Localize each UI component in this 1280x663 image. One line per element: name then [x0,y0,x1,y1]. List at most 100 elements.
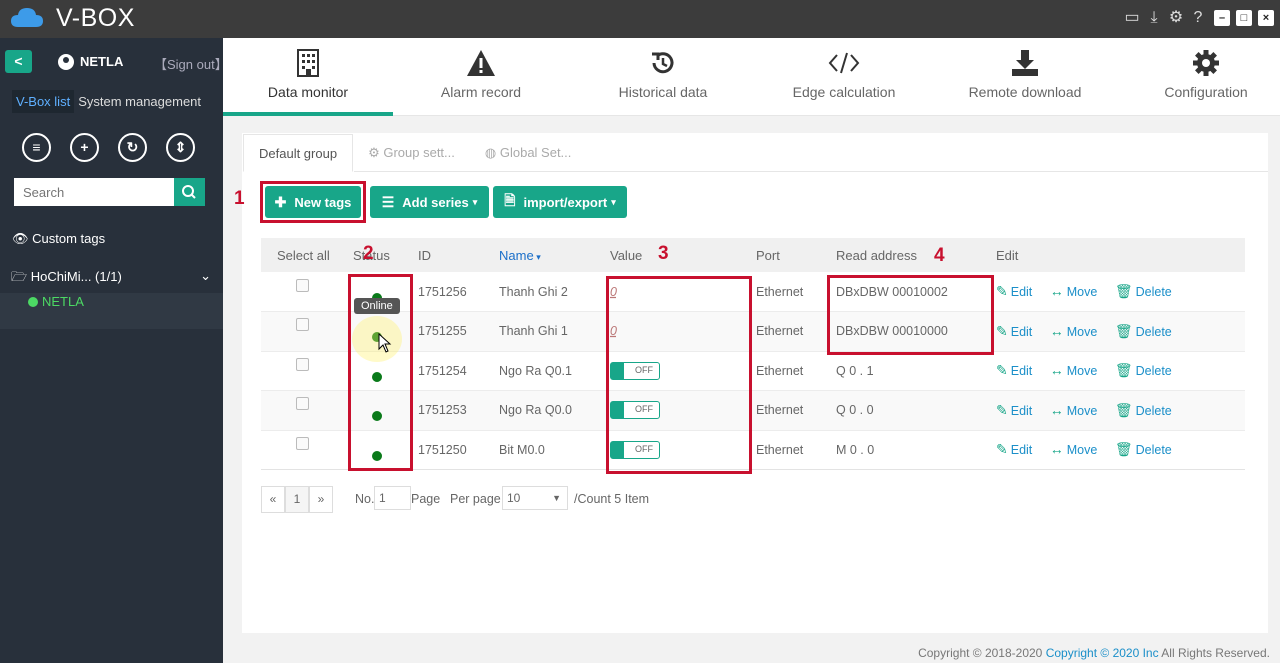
tab-label: Global Set... [499,145,572,160]
help-icon[interactable]: ? [1188,8,1208,28]
id-cell: 1751254 [418,351,499,391]
edit-link[interactable]: ✎ Edit [996,401,1032,418]
monitor-icon[interactable]: ▭ [1122,8,1142,28]
move-link[interactable]: ↔ Move [1049,401,1098,418]
sign-out-link[interactable]: 【Sign out】 [154,54,228,73]
move-link[interactable]: ↔ Move [1050,323,1098,339]
address-cell: M 0 . 0 [836,430,996,470]
delete-link[interactable]: 🗑 Delete [1114,362,1172,379]
address-cell: Q 0 . 1 [836,351,996,391]
device-name: NETLA [42,294,84,309]
trash-icon: 🗑 [1114,362,1133,379]
prev-page-button[interactable]: « [261,486,285,513]
select-all[interactable]: Select all [261,238,351,272]
nav-data-monitor[interactable]: Data monitor [223,38,393,116]
eye-icon: 👁 [12,231,29,246]
nav-label: Historical data [618,84,708,100]
next-page-button[interactable]: » [309,486,333,513]
search-icon [182,185,196,199]
list-icon: ☰ [381,193,395,210]
user-icon [58,54,74,70]
trash-icon: 🗑 [1114,441,1133,458]
copyright-prefix: Copyright © 2018-2020 [918,646,1043,660]
minimize-button[interactable]: – [1214,10,1230,26]
page-1-button[interactable]: 1 [285,486,309,513]
nav-edge-calculation[interactable]: Edge calculation [759,38,929,116]
nav-alarm-record[interactable]: Alarm record [396,38,566,116]
page-number-input[interactable] [374,486,411,510]
page-label: Page [411,492,441,506]
header-name[interactable]: Name ▾ [499,238,610,272]
trash-icon: 🗑 [1114,322,1133,339]
tab-default-group[interactable]: Default group [243,134,354,172]
move-label: Move [1066,324,1098,339]
gear-icon[interactable]: ⚙ [1166,8,1186,28]
add-series-button[interactable]: ☰ Add series ▾ [370,186,489,218]
list-icon[interactable]: ≡ [22,133,51,162]
gear-icon: ⚙ [368,145,384,160]
download-icon [1012,50,1038,76]
delete-link[interactable]: 🗑 Delete [1114,322,1172,339]
tree-group[interactable]: 🗁 HoChiMi... (1/1) ⌄ [11,268,211,290]
nav-configuration[interactable]: Configuration [1121,38,1280,116]
row-checkbox[interactable] [296,436,309,450]
search-input[interactable] [14,178,174,206]
top-nav: Data monitor Alarm record Historical dat… [223,38,1280,116]
move-link[interactable]: ↔ Move [1049,441,1098,458]
move-label: Move [1066,403,1098,418]
annotation-number-4: 4 [934,245,945,266]
actions-cell: ✎ Edit ↔ Move 🗑 Delete [996,272,1245,312]
gear-icon [1193,50,1219,76]
id-cell: 1751250 [418,430,499,470]
custom-tags-link[interactable]: 👁 Custom tags [12,231,105,247]
row-checkbox[interactable] [296,318,309,332]
device-item[interactable]: NETLA [0,293,223,329]
tab-system-management[interactable]: System management [74,90,205,113]
close-button[interactable]: × [1258,10,1274,26]
per-page-select[interactable]: 10 ▼ [502,486,568,510]
header-edit: Edit [996,238,1245,272]
edit-label: Edit [1010,324,1033,339]
import-export-button[interactable]: 🗎 import/export ▾ [493,186,627,218]
trash-icon: 🗑 [1114,401,1133,418]
move-link[interactable]: ↔ Move [1050,283,1098,299]
edit-link[interactable]: ✎ Edit [996,283,1032,299]
page-number-label: No. [355,492,375,506]
move-link[interactable]: ↔ Move [1050,362,1098,378]
delete-label: Delete [1135,324,1172,339]
row-checkbox[interactable] [296,278,309,292]
sort-icon[interactable]: ⇕ [166,133,195,162]
nav-remote-download[interactable]: Remote download [940,38,1110,116]
delete-link[interactable]: 🗑 Delete [1114,441,1172,458]
name-cell: Bit M0.0 [499,430,610,470]
plus-icon[interactable]: + [70,133,99,162]
tab-vbox-list[interactable]: V-Box list [12,90,75,113]
back-button[interactable]: < [5,50,32,73]
tabs-divider [354,171,1268,172]
chevron-down-icon[interactable]: ⌄ [200,268,211,284]
header-read-address: Read address [836,238,996,272]
move-icon: ↔ [1049,441,1064,458]
row-checkbox[interactable] [296,357,309,371]
copyright-link[interactable]: Copyright © 2020 Inc [1046,646,1159,660]
edit-icon: ✎ [996,362,1008,379]
row-checkbox[interactable] [296,397,309,411]
edit-link[interactable]: ✎ Edit [996,323,1033,339]
refresh-icon[interactable]: ↻ [118,133,147,162]
port-cell: Ethernet [756,272,836,312]
edit-link[interactable]: ✎ Edit [996,362,1032,379]
delete-link[interactable]: 🗑 Delete [1115,283,1172,299]
nav-historical-data[interactable]: Historical data [578,38,748,116]
tab-group-settings[interactable]: ⚙ Group sett... [353,134,470,172]
port-cell: Ethernet [756,311,836,352]
maximize-button[interactable]: □ [1236,10,1252,26]
delete-link[interactable]: 🗑 Delete [1114,401,1172,418]
edit-icon: ✎ [996,401,1008,418]
search-button[interactable] [174,178,205,206]
per-page-value: 10 [507,491,521,505]
tab-global-settings[interactable]: ◍ Global Set... [470,134,587,172]
download-icon[interactable]: ⤓ [1144,8,1164,28]
edit-link[interactable]: ✎ Edit [996,441,1032,457]
annotation-number-1: 1 [234,188,245,209]
move-icon: ↔ [1049,401,1064,418]
